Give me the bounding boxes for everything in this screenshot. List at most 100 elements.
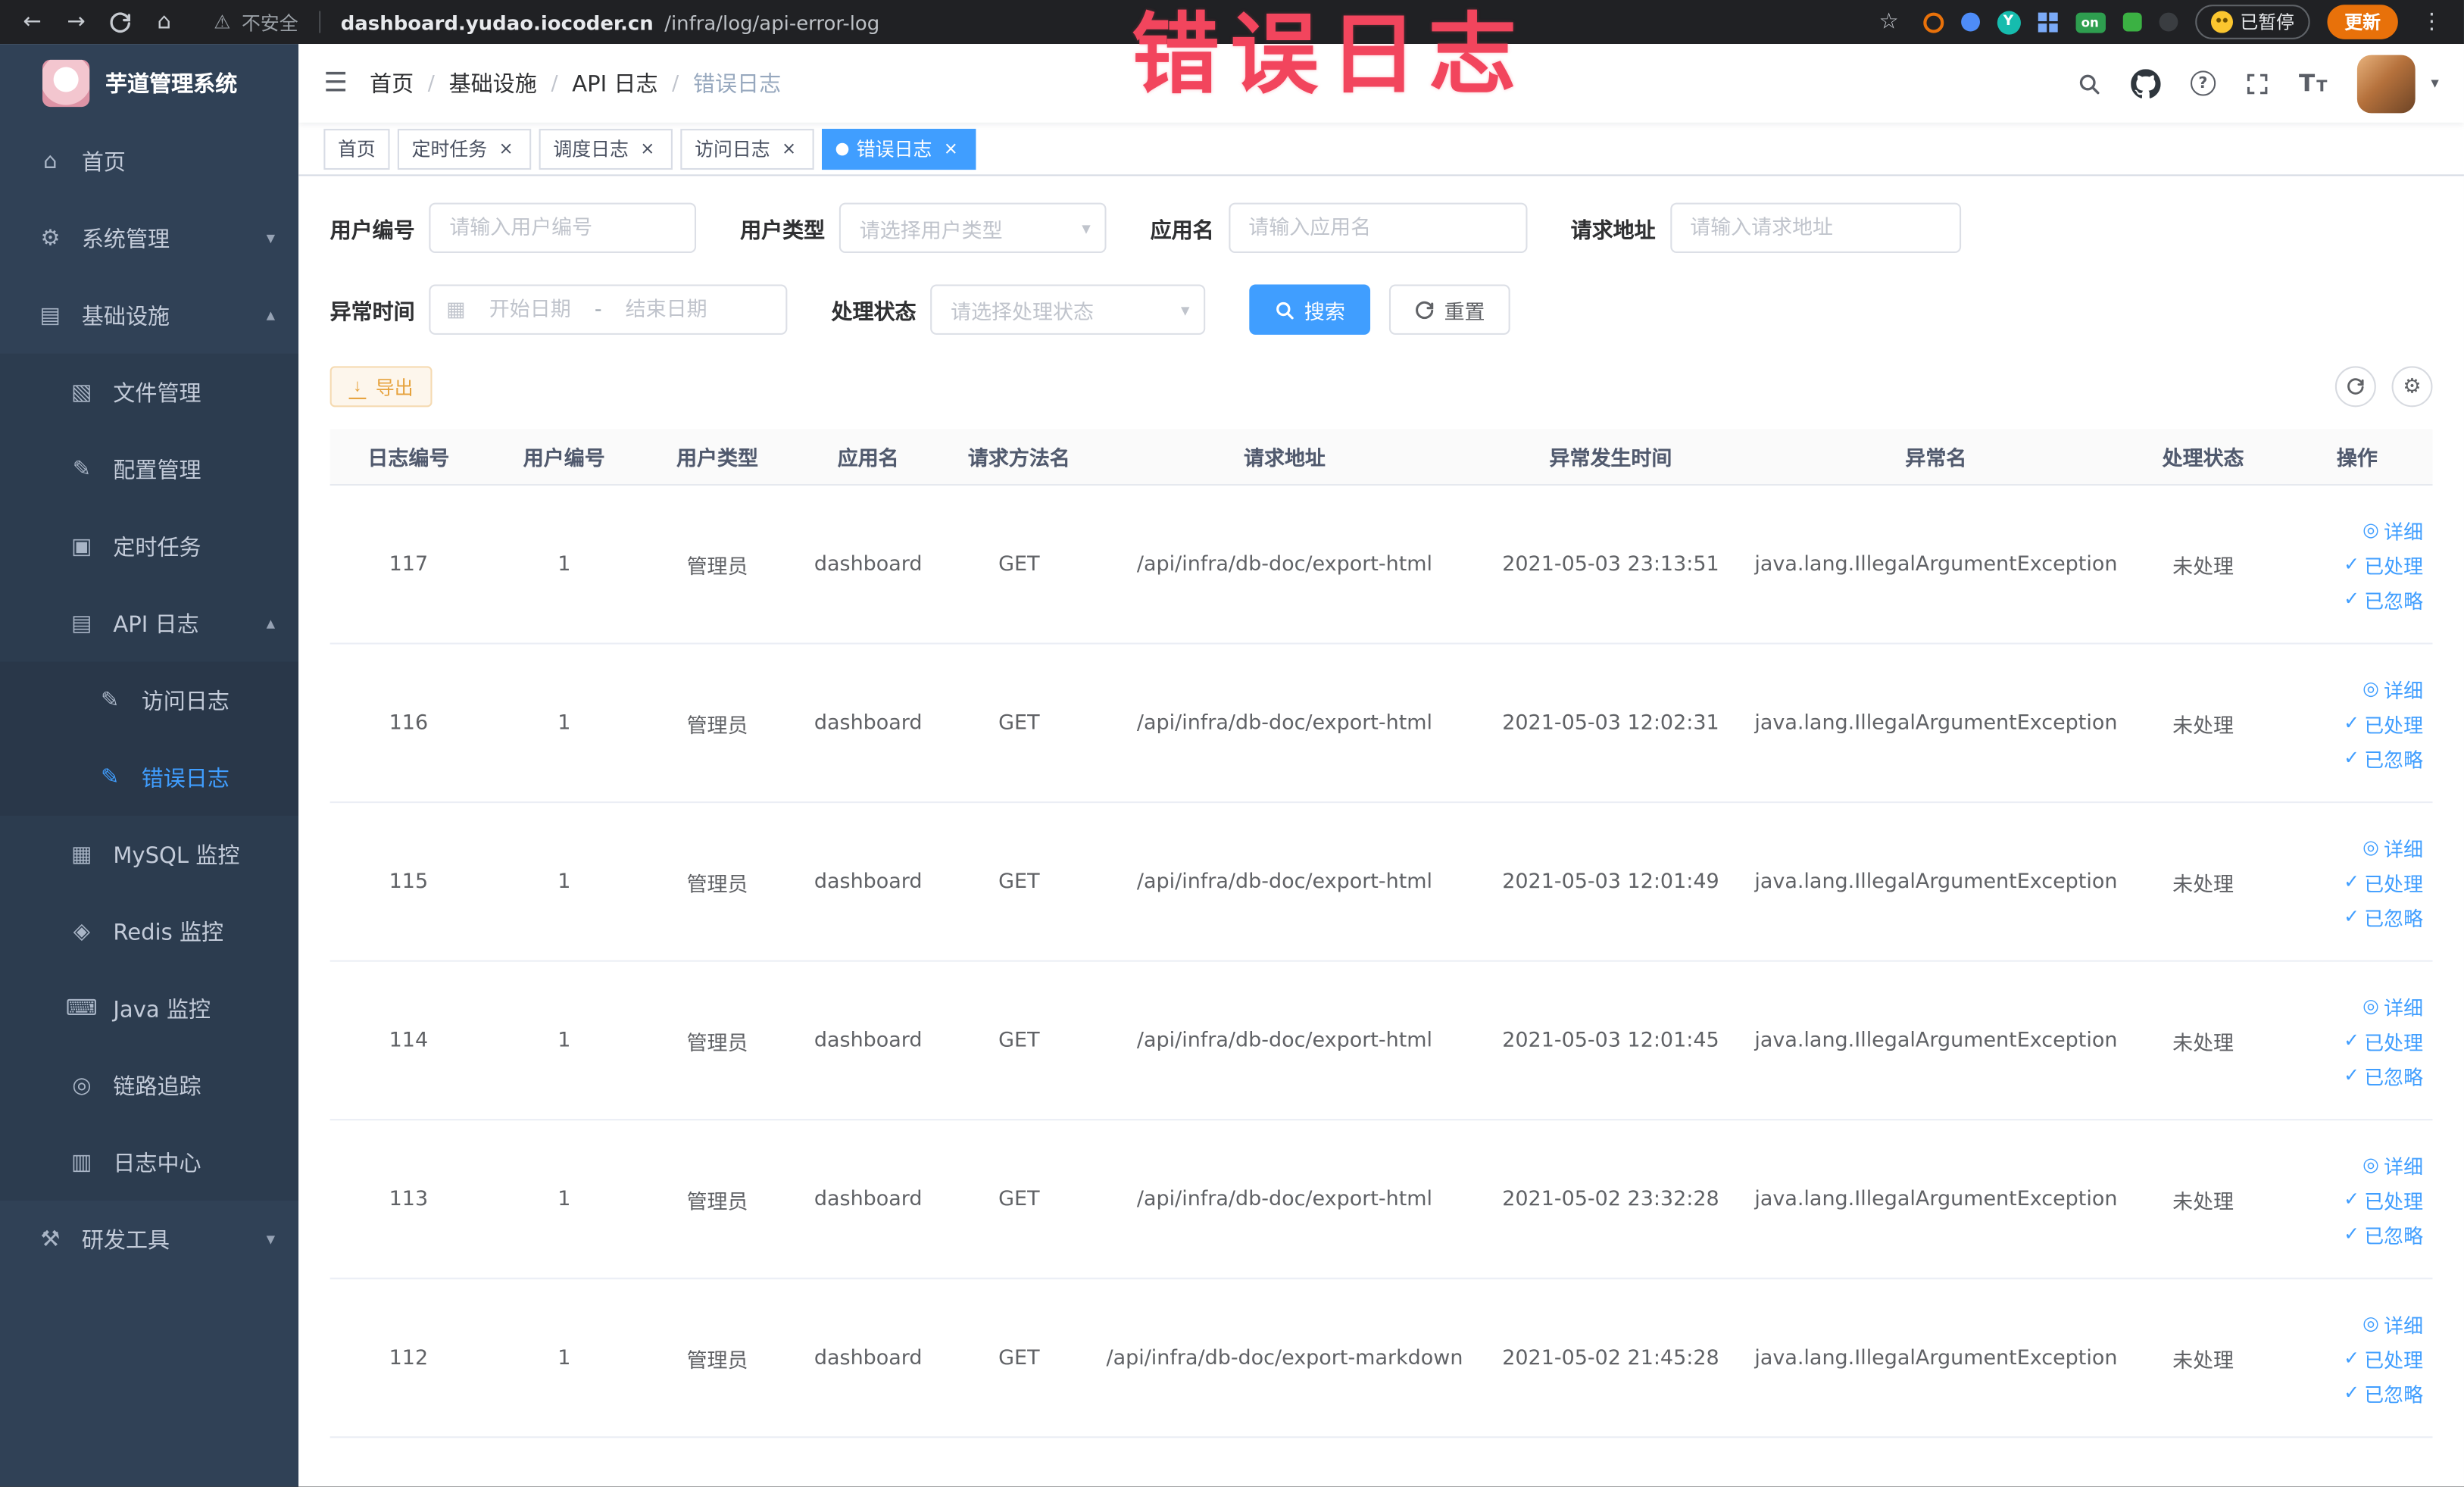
mark-processed-link[interactable]: ✓ 已处理 bbox=[2344, 867, 2423, 896]
url-path[interactable]: /infra/log/api-error-log bbox=[664, 10, 879, 33]
extension-drop-icon[interactable] bbox=[1960, 12, 1979, 32]
help-icon[interactable]: ? bbox=[2190, 70, 2216, 96]
detail-link[interactable]: ◎ 详细 bbox=[2363, 1308, 2423, 1338]
detail-link[interactable]: ◎ 详细 bbox=[2363, 833, 2423, 862]
sidebar-item-access-log[interactable]: ✎ 访问日志 bbox=[0, 661, 299, 739]
eye-icon: ◎ bbox=[2363, 836, 2379, 858]
sidebar-item-mysql-monitor[interactable]: ▦ MySQL 监控 bbox=[0, 815, 299, 893]
extension-green-icon[interactable] bbox=[2122, 12, 2141, 32]
user-type-select[interactable]: 请选择用户类型 ▾ bbox=[839, 202, 1107, 254]
mark-ignored-link[interactable]: ✓ 已忽略 bbox=[2344, 1377, 2423, 1407]
font-size-icon[interactable]: TT bbox=[2299, 70, 2327, 95]
chrome-update-button[interactable]: 更新 bbox=[2327, 5, 2398, 39]
close-icon[interactable]: × bbox=[778, 138, 800, 160]
close-icon[interactable]: × bbox=[636, 138, 658, 160]
sidebar-item-tracing[interactable]: ◎ 链路追踪 bbox=[0, 1046, 299, 1124]
table-row: 112 1 管理员 dashboard GET /api/infra/db-do… bbox=[329, 1279, 2433, 1439]
forward-icon[interactable]: → bbox=[60, 5, 93, 39]
export-button[interactable]: ↓ 导出 bbox=[329, 366, 433, 408]
sidebar-item-redis-monitor[interactable]: ◈ Redis 监控 bbox=[0, 892, 299, 970]
sidebar-item-label: 配置管理 bbox=[113, 458, 201, 483]
detail-link[interactable]: ◎ 详细 bbox=[2363, 991, 2423, 1020]
user-id-label: 用户编号 bbox=[329, 218, 415, 244]
sidebar-item-java-monitor[interactable]: ⌨ Java 监控 bbox=[0, 970, 299, 1047]
sidebar-item-infrastructure[interactable]: ▤ 基础设施 ▴ bbox=[0, 276, 298, 354]
cell-log-id: 115 bbox=[389, 870, 429, 894]
github-icon[interactable] bbox=[2130, 68, 2161, 98]
cell-app: dashboard bbox=[814, 711, 923, 735]
app-name-input[interactable] bbox=[1228, 202, 1527, 254]
fullscreen-icon[interactable] bbox=[2245, 71, 2269, 95]
breadcrumb-api-logs[interactable]: API 日志 bbox=[572, 67, 657, 98]
mark-processed-link[interactable]: ✓ 已处理 bbox=[2344, 1026, 2423, 1055]
date-range-picker[interactable]: ▦ - bbox=[429, 284, 788, 335]
cell-user-id: 1 bbox=[557, 1028, 571, 1052]
mark-processed-link[interactable]: ✓ 已处理 bbox=[2344, 708, 2423, 738]
hamburger-icon[interactable]: ☰ bbox=[323, 67, 348, 98]
mark-processed-link[interactable]: ✓ 已处理 bbox=[2344, 549, 2423, 579]
tab-access-log[interactable]: 访问日志 × bbox=[680, 128, 814, 170]
profile-paused-badge[interactable]: 已暂停 bbox=[2194, 5, 2310, 39]
extension-ring-icon[interactable] bbox=[1922, 11, 1944, 33]
filter-process-status: 处理状态 请选择处理状态 ▾ bbox=[831, 284, 1206, 335]
refresh-icon[interactable] bbox=[104, 5, 137, 39]
back-icon[interactable]: ← bbox=[16, 5, 49, 39]
close-icon[interactable]: × bbox=[940, 138, 962, 160]
extensions-grid-icon[interactable] bbox=[2037, 11, 2058, 33]
detail-link[interactable]: ◎ 详细 bbox=[2363, 673, 2423, 703]
sidebar-item-error-log[interactable]: ✎ 错误日志 bbox=[0, 739, 299, 816]
mark-ignored-link[interactable]: ✓ 已忽略 bbox=[2344, 584, 2423, 614]
sidebar-item-file-management[interactable]: ▧ 文件管理 bbox=[0, 353, 299, 431]
detail-link[interactable]: ◎ 详细 bbox=[2363, 514, 2423, 544]
url-domain[interactable]: dashboard.yudao.iocoder.cn bbox=[341, 10, 654, 33]
tab-home[interactable]: 首页 bbox=[323, 128, 390, 170]
breadcrumb-infrastructure[interactable]: 基础设施 bbox=[449, 67, 537, 98]
not-secure-label: 不安全 bbox=[242, 11, 298, 34]
cell-user-id: 1 bbox=[557, 870, 571, 894]
user-avatar[interactable] bbox=[2356, 54, 2416, 113]
start-date-input[interactable] bbox=[471, 298, 589, 322]
avatar-caret-icon[interactable]: ▾ bbox=[2431, 75, 2438, 92]
home-icon[interactable]: ⌂ bbox=[148, 5, 181, 39]
address-bar[interactable]: ⚠ 不安全 dashboard.yudao.iocoder.cn/infra/l… bbox=[214, 8, 879, 35]
sidebar-item-api-logs[interactable]: ▤ API 日志 ▴ bbox=[0, 584, 299, 662]
column-settings-icon[interactable]: ⚙ bbox=[2391, 366, 2433, 408]
sidebar-item-dev-tools[interactable]: ⚒ 研发工具 ▾ bbox=[0, 1201, 298, 1278]
mark-processed-link[interactable]: ✓ 已处理 bbox=[2344, 1184, 2423, 1214]
close-icon[interactable]: × bbox=[495, 138, 517, 160]
sidebar-item-config-management[interactable]: ✎ 配置管理 bbox=[0, 430, 299, 508]
bookmark-star-icon[interactable]: ☆ bbox=[1872, 5, 1906, 39]
check-icon: ✓ bbox=[2344, 553, 2359, 576]
sidebar-item-home[interactable]: ⌂ 首页 bbox=[0, 123, 298, 200]
mark-ignored-link[interactable]: ✓ 已忽略 bbox=[2344, 1219, 2423, 1248]
detail-link[interactable]: ◎ 详细 bbox=[2363, 1150, 2423, 1179]
home-menu-icon: ⌂ bbox=[43, 148, 58, 174]
extension-on-badge[interactable]: on bbox=[2075, 11, 2105, 33]
sidebar-item-log-center[interactable]: ▥ 日志中心 bbox=[0, 1123, 299, 1201]
refresh-table-icon[interactable] bbox=[2334, 366, 2376, 408]
navbar-actions: ? TT ▾ bbox=[2077, 54, 2439, 113]
user-id-input[interactable] bbox=[429, 202, 697, 254]
tab-schedule-log[interactable]: 调度日志 × bbox=[539, 128, 673, 170]
mark-processed-link[interactable]: ✓ 已处理 bbox=[2344, 1343, 2423, 1373]
request-url-input[interactable] bbox=[1669, 202, 1961, 254]
process-status-select[interactable]: 请选择处理状态 ▾ bbox=[930, 284, 1206, 335]
mark-ignored-link[interactable]: ✓ 已忽略 bbox=[2344, 742, 2423, 772]
extension-y-icon[interactable]: Y bbox=[1996, 10, 2020, 34]
sidebar-item-scheduled-tasks[interactable]: ▣ 定时任务 bbox=[0, 508, 299, 585]
browser-menu-icon[interactable]: ⋮ bbox=[2416, 5, 2449, 39]
table-toolbar: ↓ 导出 ⚙ bbox=[329, 366, 2433, 408]
extension-pin-icon[interactable] bbox=[2158, 12, 2178, 32]
breadcrumb-home[interactable]: 首页 bbox=[370, 67, 414, 98]
eye-icon: ◎ bbox=[2363, 995, 2379, 1017]
end-date-input[interactable] bbox=[607, 298, 725, 322]
sidebar-item-system-management[interactable]: ⚙ 系统管理 ▾ bbox=[0, 199, 298, 276]
search-icon[interactable] bbox=[2077, 71, 2100, 95]
mark-ignored-link[interactable]: ✓ 已忽略 bbox=[2344, 901, 2423, 931]
mark-ignored-link[interactable]: ✓ 已忽略 bbox=[2344, 1060, 2423, 1089]
reset-button[interactable]: 重置 bbox=[1388, 284, 1510, 335]
tab-scheduled-tasks[interactable]: 定时任务 × bbox=[397, 128, 532, 170]
tab-error-log[interactable]: 错误日志 × bbox=[822, 128, 976, 170]
sidebar-item-label: 系统管理 bbox=[81, 226, 170, 252]
search-button[interactable]: 搜索 bbox=[1249, 284, 1371, 335]
